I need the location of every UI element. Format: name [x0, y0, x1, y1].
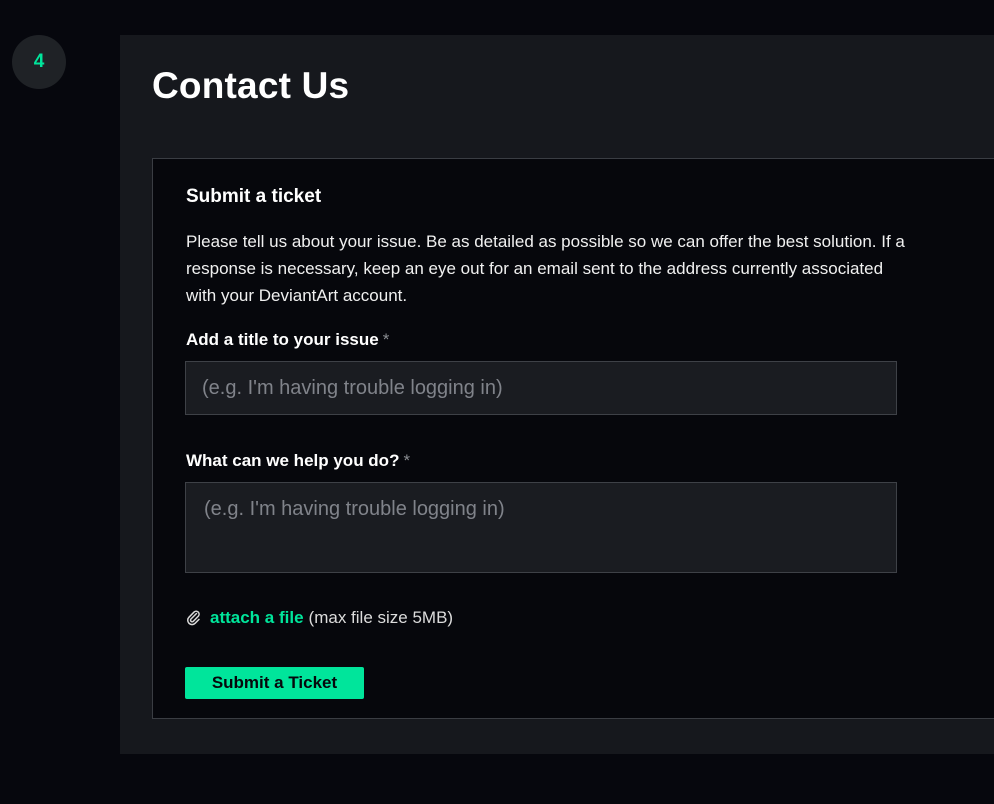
step-number-badge: 4	[12, 35, 66, 89]
issue-description-textarea[interactable]	[185, 482, 897, 573]
page-title: Contact Us	[152, 65, 350, 106]
form-description: Please tell us about your issue. Be as d…	[186, 232, 905, 305]
form-heading: Submit a ticket	[186, 186, 322, 207]
attachment-row: attach a file (max file size 5MB)	[186, 608, 453, 628]
step-number: 4	[33, 51, 45, 72]
issue-title-input[interactable]	[185, 361, 897, 415]
contact-panel: Contact Us Submit a ticket Please tell u…	[120, 35, 994, 754]
required-mark: *	[382, 330, 390, 349]
attach-file-link[interactable]: attach a file	[210, 608, 304, 628]
required-mark: *	[403, 451, 411, 470]
file-size-note: (max file size 5MB)	[308, 608, 454, 627]
help-label-text: What can we help you do?	[186, 451, 400, 470]
title-field-label: Add a title to your issue *	[186, 330, 389, 350]
paperclip-icon	[187, 610, 200, 626]
submit-ticket-button[interactable]: Submit a Ticket	[185, 667, 364, 699]
ticket-form-card: Submit a ticket Please tell us about you…	[152, 158, 994, 719]
help-field-label: What can we help you do? *	[186, 451, 410, 471]
title-label-text: Add a title to your issue	[186, 330, 379, 349]
